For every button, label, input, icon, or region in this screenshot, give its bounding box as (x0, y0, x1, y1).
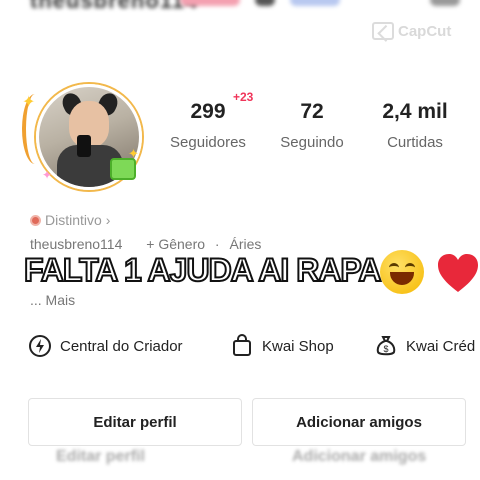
followers-count: 299 (190, 100, 226, 123)
followers-label: Seguidores (170, 134, 246, 151)
likes-count: 2,4 mil (382, 100, 448, 123)
svg-text:$: $ (383, 344, 388, 354)
add-friends-ghost: Adicionar amigos (292, 448, 427, 465)
blurred-username: theusbreno114 (30, 0, 199, 13)
capcut-logo-icon (372, 22, 394, 40)
blurred-icon (255, 0, 275, 6)
blurred-icon (290, 0, 340, 6)
add-friends-button[interactable]: Adicionar amigos (252, 398, 466, 446)
kwai-credit-label: Kwai Créd (406, 337, 476, 355)
following-label: Seguindo (280, 134, 344, 151)
gift-icon (110, 158, 136, 180)
zodiac-sign[interactable]: Áries (229, 236, 261, 252)
smiling-emoji-icon (380, 250, 424, 294)
creator-actions: Central do Criador Kwai Shop $ Kwai Créd (0, 334, 480, 364)
profile-info-row: theusbreno114 + Gênero · Áries (30, 236, 267, 252)
creator-center-button[interactable]: Central do Criador (28, 334, 183, 358)
red-heart-icon (438, 254, 478, 292)
overlay-caption: FALTA 1 AJUDA AI RAPA (23, 251, 382, 289)
edit-profile-ghost: Editar perfil (56, 448, 145, 465)
following-count: 72 (300, 100, 324, 123)
sparkle-icon: ✦ (42, 168, 53, 182)
star-icon: ✦ (22, 94, 36, 111)
username: theusbreno114 (30, 236, 123, 252)
blurred-emoji (180, 0, 240, 6)
more-link[interactable]: ... Mais (30, 292, 75, 308)
stat-followers[interactable]: 299 Seguidores (160, 100, 256, 151)
likes-label: Curtidas (387, 134, 443, 151)
separator-dot: · (214, 236, 220, 252)
kwai-credit-button[interactable]: $ Kwai Créd (374, 334, 475, 358)
distintivo-link[interactable]: Distintivo › (30, 212, 110, 228)
stat-following[interactable]: 72 Seguindo (270, 100, 354, 151)
badge-icon (30, 214, 41, 226)
lightning-icon (29, 335, 51, 357)
gender-button[interactable]: + Gênero (146, 236, 205, 252)
capcut-watermark: CapCut (372, 22, 451, 40)
blurred-icon (430, 0, 460, 6)
shopping-bag-icon (233, 334, 251, 356)
creator-center-label: Central do Criador (60, 337, 183, 355)
avatar-frame[interactable]: ✦ ✦ ✦ (22, 82, 142, 190)
distintivo-label: Distintivo (45, 212, 102, 228)
money-bag-icon: $ (376, 336, 396, 356)
stat-likes[interactable]: 2,4 mil Curtidas (372, 100, 458, 151)
chevron-right-icon: › (105, 212, 111, 228)
watermark-label: CapCut (398, 22, 452, 40)
top-bar: theusbreno114 (0, 0, 480, 14)
edit-profile-button[interactable]: Editar perfil (28, 398, 242, 446)
kwai-shop-label: Kwai Shop (262, 337, 334, 355)
kwai-shop-button[interactable]: Kwai Shop (230, 334, 334, 358)
